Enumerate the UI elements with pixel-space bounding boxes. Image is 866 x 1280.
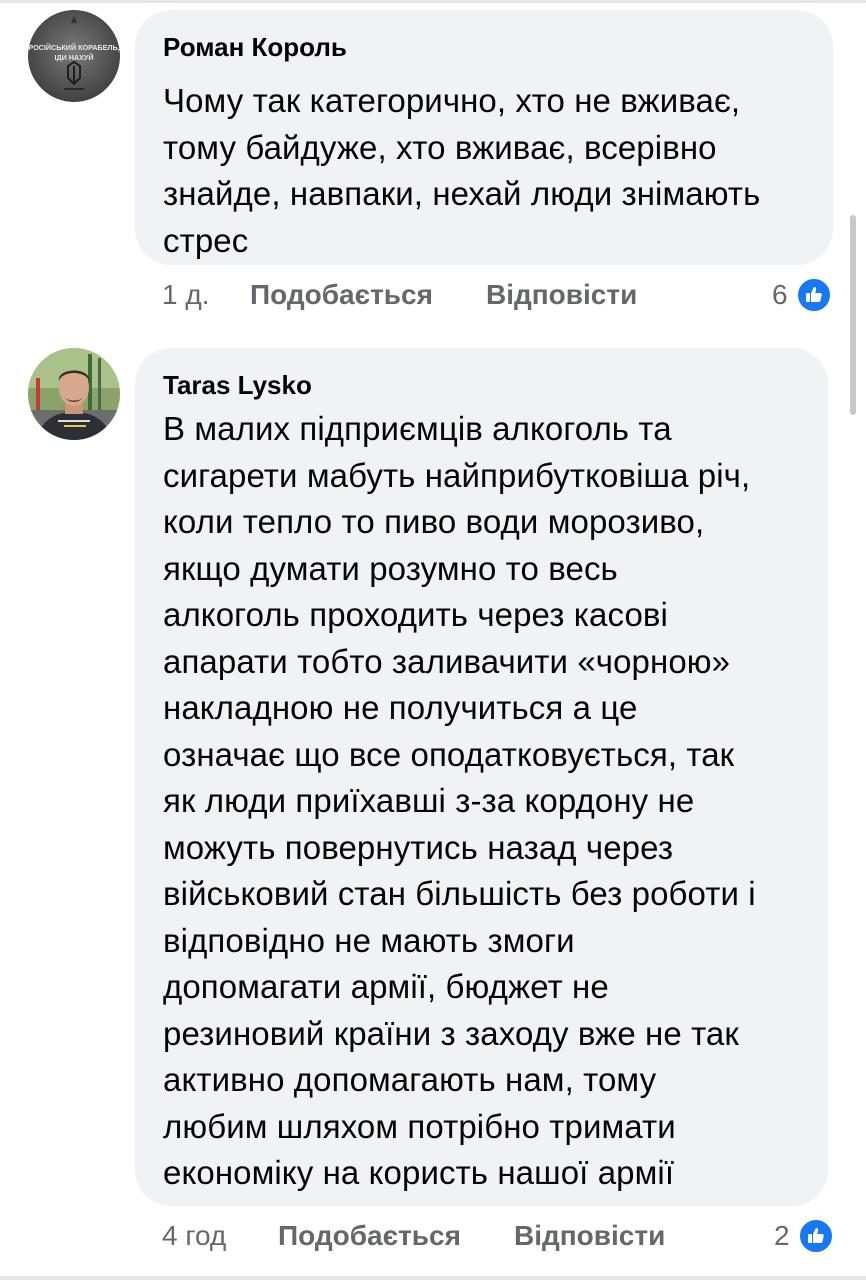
comment-time[interactable]: 1 д.: [162, 275, 209, 315]
comment-meta: 4 год Подобається Відповісти: [162, 1216, 862, 1256]
svg-text:ІДИ НАХУЙ: ІДИ НАХУЙ: [54, 53, 93, 62]
scrollbar[interactable]: [850, 215, 856, 415]
avatar[interactable]: [28, 348, 120, 440]
thumbs-up-icon: [797, 1218, 834, 1254]
comment-text: В малих підприємців алкоголь та сигарети…: [163, 410, 756, 1191]
avatar[interactable]: РОСІЙСЬКИЙ КОРАБЕЛЬ, ІДИ НАХУЙ: [28, 10, 120, 102]
comment-bubble: Taras Lysko В малих підприємців алкоголь…: [135, 348, 828, 1206]
comment-bubble: Роман Король Чому так категорично, хто н…: [135, 10, 833, 265]
svg-text:РОСІЙСЬКИЙ КОРАБЕЛЬ,: РОСІЙСЬКИЙ КОРАБЕЛЬ,: [28, 43, 119, 52]
comment-time[interactable]: 4 год: [162, 1216, 226, 1256]
reply-button[interactable]: Відповісти: [486, 275, 637, 315]
comment-author[interactable]: Taras Lysko: [163, 370, 312, 401]
like-button[interactable]: Подобається: [278, 1216, 461, 1256]
comment-meta: 1 д. Подобається Відповісти: [162, 275, 862, 315]
reaction-count: 6: [772, 279, 788, 310]
comment-text: Чому так категорично, хто не вживає, том…: [163, 82, 761, 259]
reaction-summary[interactable]: 6: [772, 275, 832, 315]
reaction-summary[interactable]: 2: [774, 1216, 834, 1256]
comment-author[interactable]: Роман Король: [163, 32, 347, 63]
like-button[interactable]: Подобається: [250, 275, 433, 315]
bottom-divider: [0, 1276, 866, 1280]
thumbs-up-icon: [795, 277, 832, 313]
reply-button[interactable]: Відповісти: [514, 1216, 665, 1256]
reaction-count: 2: [774, 1220, 790, 1251]
top-divider: [0, 0, 866, 3]
